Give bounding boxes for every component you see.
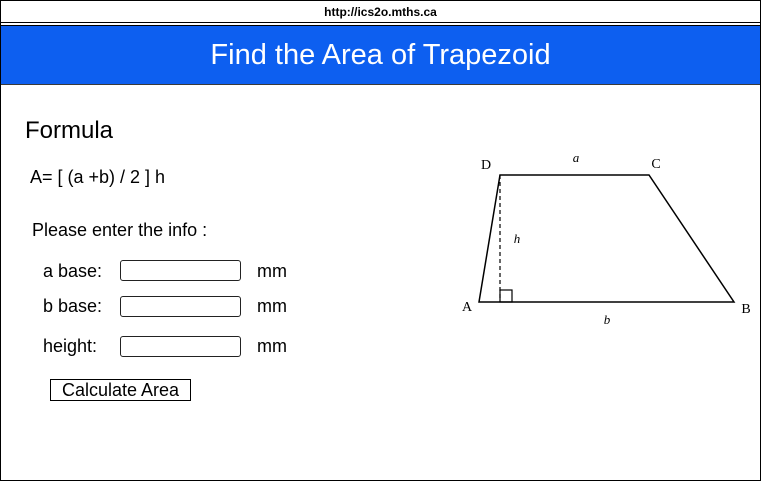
- vertex-label-b: B: [741, 302, 750, 317]
- calculate-area-button[interactable]: Calculate Area: [50, 379, 191, 401]
- height-input[interactable]: [120, 336, 241, 357]
- a-base-unit: mm: [257, 261, 287, 281]
- b-base-input[interactable]: [120, 296, 241, 317]
- a-base-input[interactable]: [120, 260, 241, 281]
- page-title: Find the Area of Trapezoid: [210, 38, 551, 71]
- instruction-text: Please enter the info :: [32, 220, 208, 240]
- edge-label-a: a: [573, 150, 580, 165]
- right-angle-marker: [499, 289, 513, 303]
- edge-label-b: b: [604, 312, 611, 327]
- vertex-label-a: A: [462, 300, 473, 315]
- a-base-label: a base:: [43, 261, 103, 281]
- calculate-area-button-label: Calculate Area: [61, 379, 180, 400]
- height-label: height:: [43, 336, 98, 356]
- formula-text: A= [ (a +b) / 2 ] h: [30, 167, 166, 187]
- url-text: http://ics2o.mths.ca: [324, 4, 437, 19]
- trapezoid-diagram: D C A B a b h: [462, 150, 751, 327]
- formula-heading: Formula: [25, 117, 114, 144]
- edge-label-h: h: [514, 231, 521, 246]
- vertex-label-c: C: [651, 157, 660, 172]
- b-base-label: b base:: [43, 296, 103, 316]
- url-bar: http://ics2o.mths.ca: [1, 1, 760, 23]
- vertex-label-d: D: [481, 158, 491, 173]
- height-unit: mm: [257, 336, 287, 356]
- b-base-unit: mm: [257, 296, 287, 316]
- page-header: Find the Area of Trapezoid: [1, 26, 760, 85]
